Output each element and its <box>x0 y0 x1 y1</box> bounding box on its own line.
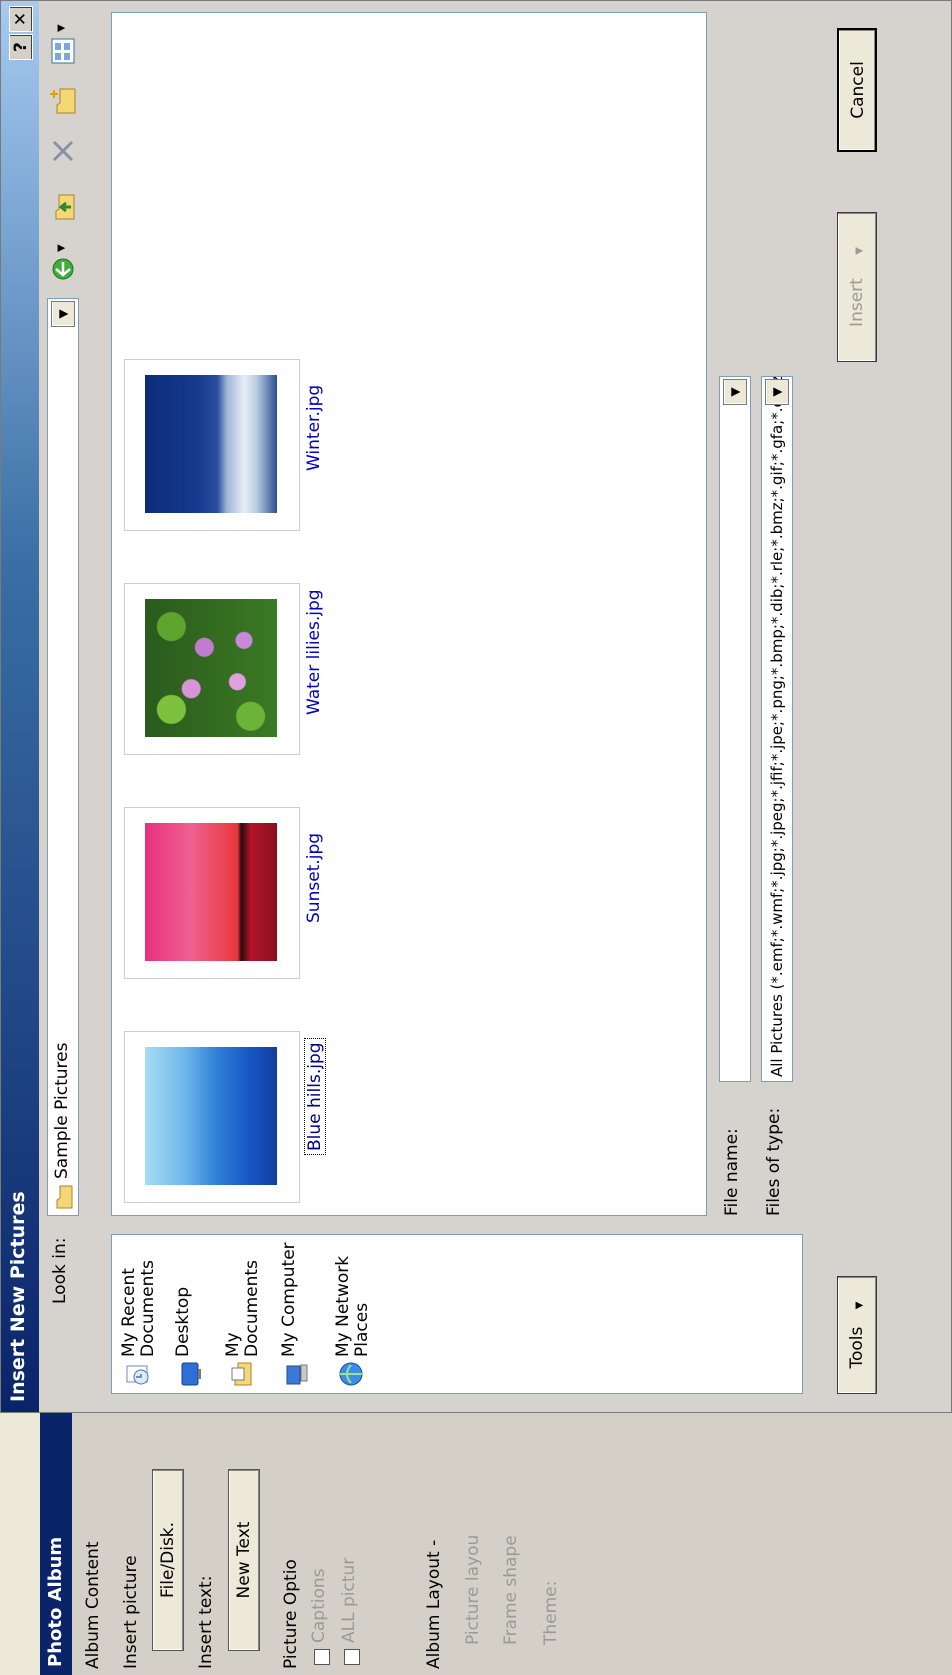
my-computer-icon <box>286 1364 308 1385</box>
dialog-titlebar: Insert New Pictures ? ✕ <box>1 1 39 1412</box>
winter-thumbnail <box>145 375 277 513</box>
captions-checkbox[interactable] <box>314 1649 330 1665</box>
photo-album-title: Photo Album <box>45 1536 66 1667</box>
folder-icon <box>56 1185 73 1209</box>
file-item-winter[interactable] <box>124 359 300 531</box>
water-lilies-thumbnail <box>145 599 277 737</box>
place-my-network-places[interactable]: My Network Places <box>333 1237 376 1387</box>
album-layout-label: Album Layout - <box>424 1539 444 1669</box>
file-label-water-lilies[interactable]: Water lilies.jpg <box>304 589 324 715</box>
delete-icon[interactable] <box>48 136 78 166</box>
picture-options-label: Picture Optio <box>281 1559 301 1669</box>
insert-button[interactable]: Insert ▼ <box>837 212 877 362</box>
desktop-icon <box>181 1362 201 1386</box>
help-button[interactable]: ? <box>9 34 33 60</box>
close-button[interactable]: ✕ <box>9 6 33 32</box>
new-folder-icon[interactable] <box>48 86 78 116</box>
place-label: My Network Places <box>333 1255 372 1357</box>
up-one-level-icon[interactable] <box>48 192 78 222</box>
back-dropdown-arrow[interactable]: ▼ <box>56 244 67 252</box>
insert-dropdown-arrow: ▼ <box>854 247 865 255</box>
files-of-type-value: All Pictures (*.emf;*.wmf;*.jpg;*.jpeg;*… <box>768 376 786 1077</box>
album-content-label: Album Content <box>83 1541 103 1670</box>
tools-dropdown-arrow: ▼ <box>854 1301 865 1310</box>
cancel-button[interactable]: Cancel <box>837 28 877 152</box>
file-item-blue-hills[interactable] <box>124 1031 300 1203</box>
file-list: Blue hills.jpg Sunset.jpg Water lilies.j… <box>111 12 707 1216</box>
sunset-thumbnail <box>145 823 277 961</box>
views-icon[interactable] <box>48 36 78 66</box>
files-of-type-label: Files of type: <box>764 1107 784 1216</box>
file-label-blue-hills[interactable]: Blue hills.jpg <box>304 1038 326 1155</box>
captions-label: Captions <box>309 1568 329 1644</box>
look-in-dropdown-arrow[interactable]: ▼ <box>51 301 75 327</box>
insert-text-label: Insert text: <box>196 1575 216 1669</box>
tools-label: Tools <box>847 1326 867 1369</box>
network-places-icon <box>339 1362 363 1386</box>
back-icon[interactable] <box>48 252 78 282</box>
my-documents-icon <box>231 1362 252 1386</box>
place-label: My Documents <box>223 1260 262 1357</box>
files-of-type-dropdown-arrow[interactable]: ▼ <box>765 379 789 405</box>
theme-label: Theme: <box>541 1580 561 1645</box>
blue-hills-thumbnail <box>145 1047 277 1185</box>
file-name-input[interactable]: ▼ <box>719 376 751 1082</box>
views-dropdown-arrow[interactable]: ▼ <box>56 24 67 32</box>
all-pictures-label: ALL pictur <box>339 1557 359 1643</box>
new-text-button[interactable]: New Text <box>228 1469 260 1651</box>
photo-album-titlebar: Photo Album <box>40 1410 72 1675</box>
place-desktop[interactable]: Desktop <box>173 1237 204 1387</box>
frame-shape-label: Frame shape <box>501 1535 521 1645</box>
picture-layout-label: Picture layou <box>463 1534 483 1645</box>
recent-documents-icon <box>126 1365 149 1385</box>
file-item-water-lilies[interactable] <box>124 583 300 755</box>
all-pictures-checkbox[interactable] <box>344 1649 360 1665</box>
tools-button[interactable]: Tools ▼ <box>837 1276 877 1394</box>
places-bar: My Recent Documents Desktop My Documents <box>111 1234 803 1394</box>
place-label: Desktop <box>173 1286 193 1357</box>
file-name-label: File name: <box>722 1128 742 1216</box>
insert-label: Insert <box>847 278 867 327</box>
place-label: My Recent Documents <box>119 1260 158 1357</box>
dialog-title: Insert New Pictures <box>7 1191 29 1402</box>
insert-picture-label: Insert picture <box>121 1555 141 1669</box>
photo-album-panel: Album Content Insert picture File/Disk. … <box>72 1410 952 1675</box>
place-my-recent-documents[interactable]: My Recent Documents <box>119 1237 162 1387</box>
look-in-value: Sample Pictures <box>52 1042 72 1179</box>
files-of-type-dropdown[interactable]: All Pictures (*.emf;*.wmf;*.jpg;*.jpeg;*… <box>761 376 793 1082</box>
screen: Photo Album Album Content Insert picture… <box>0 0 952 1675</box>
file-label-sunset[interactable]: Sunset.jpg <box>304 833 324 923</box>
file-disk-button[interactable]: File/Disk. <box>152 1469 184 1651</box>
file-item-sunset[interactable] <box>124 807 300 979</box>
place-my-documents[interactable]: My Documents <box>223 1237 266 1387</box>
place-my-computer[interactable]: My Computer <box>279 1237 322 1387</box>
look-in-label: Look in: <box>50 1237 70 1304</box>
file-name-dropdown-arrow[interactable]: ▼ <box>723 379 747 405</box>
look-in-dropdown[interactable]: Sample Pictures ▼ <box>47 298 79 1216</box>
place-label: My Computer <box>279 1242 299 1357</box>
insert-new-pictures-dialog: Insert New Pictures ? ✕ Look in: Sample … <box>0 0 952 1413</box>
file-label-winter[interactable]: Winter.jpg <box>304 385 324 471</box>
